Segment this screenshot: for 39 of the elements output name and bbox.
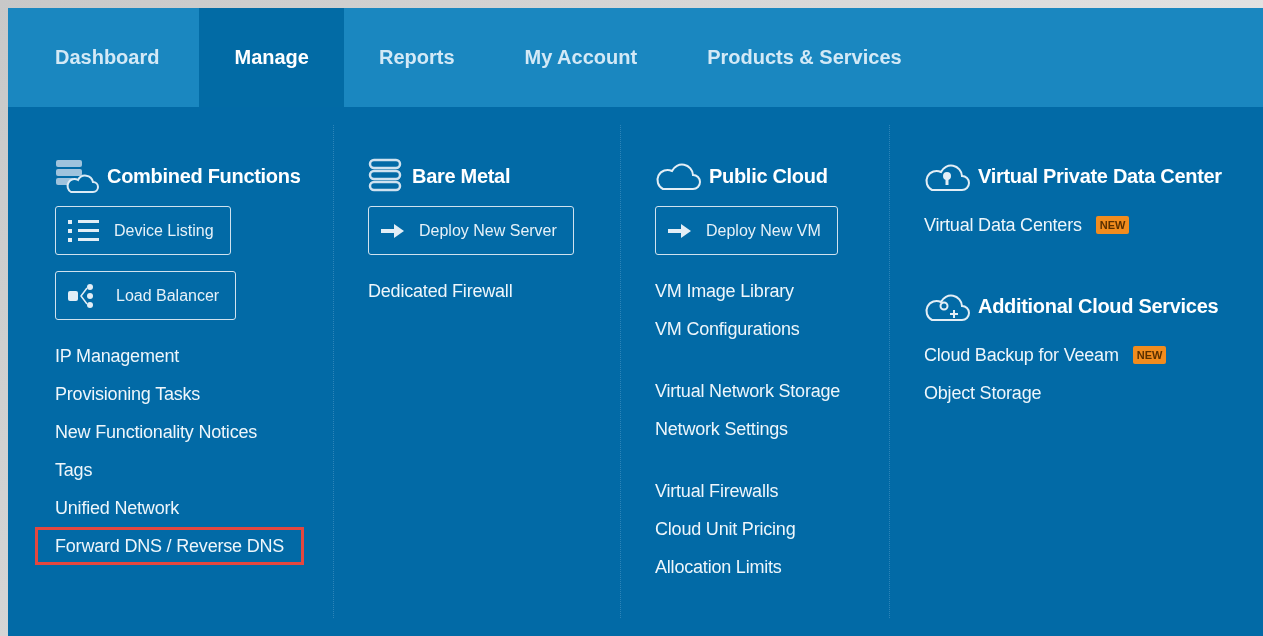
nav-tab[interactable]: Manage — [199, 8, 344, 107]
section-heading: Combined Functions — [107, 164, 301, 188]
menu-link[interactable]: Virtual Data Centers — [924, 209, 1082, 241]
menu-link[interactable]: Cloud Unit Pricing — [655, 513, 796, 545]
server-cloud-icon — [55, 158, 99, 194]
section-heading: Virtual Private Data Center — [978, 164, 1222, 188]
menu-button[interactable]: Deploy New VM — [655, 206, 838, 255]
nav-tab[interactable]: Reports — [343, 8, 490, 107]
new-badge: NEW — [1095, 216, 1130, 234]
menu-link[interactable]: Allocation Limits — [655, 551, 782, 583]
section-heading: Additional Cloud Services — [978, 294, 1219, 318]
menu-link[interactable]: Provisioning Tasks — [55, 378, 201, 410]
server-stack-icon — [368, 158, 404, 194]
menu-link[interactable]: Cloud Backup for Veeam — [924, 339, 1119, 371]
menu-link[interactable]: Virtual Firewalls — [655, 475, 779, 507]
nav-tab[interactable]: Dashboard — [8, 8, 200, 107]
menu-link[interactable]: Forward DNS / Reverse DNS — [38, 530, 302, 562]
menu-link[interactable]: VM Configurations — [655, 313, 800, 345]
menu-button[interactable]: Deploy New Server — [368, 206, 574, 255]
cloud-icon — [655, 161, 701, 191]
arrow-right-icon — [381, 223, 405, 238]
menu-button[interactable]: Device Listing — [55, 206, 231, 255]
menu-link[interactable]: Network Settings — [655, 413, 788, 445]
menu-link[interactable]: Tags — [55, 454, 93, 486]
nav-tab[interactable]: My Account — [489, 8, 673, 107]
section-heading: Public Cloud — [709, 164, 828, 188]
new-badge: NEW — [1132, 346, 1167, 364]
menu-button[interactable]: Load Balancer — [55, 271, 237, 320]
arrow-right-icon — [668, 223, 692, 238]
menu-link[interactable]: New Functionality Notices — [55, 416, 258, 448]
menu-link[interactable]: Object Storage — [924, 377, 1042, 409]
menu-link[interactable]: Unified Network — [55, 492, 180, 524]
nav-tab[interactable]: Products & Services — [672, 8, 937, 107]
menu-link[interactable]: Virtual Network Storage — [655, 375, 841, 407]
list-icon — [68, 218, 100, 243]
menu-link[interactable]: Dedicated Firewall — [368, 275, 513, 307]
menu-link[interactable]: VM Image Library — [655, 275, 794, 307]
menu-link[interactable]: IP Management — [55, 340, 180, 372]
section-heading: Bare Metal — [412, 164, 511, 188]
